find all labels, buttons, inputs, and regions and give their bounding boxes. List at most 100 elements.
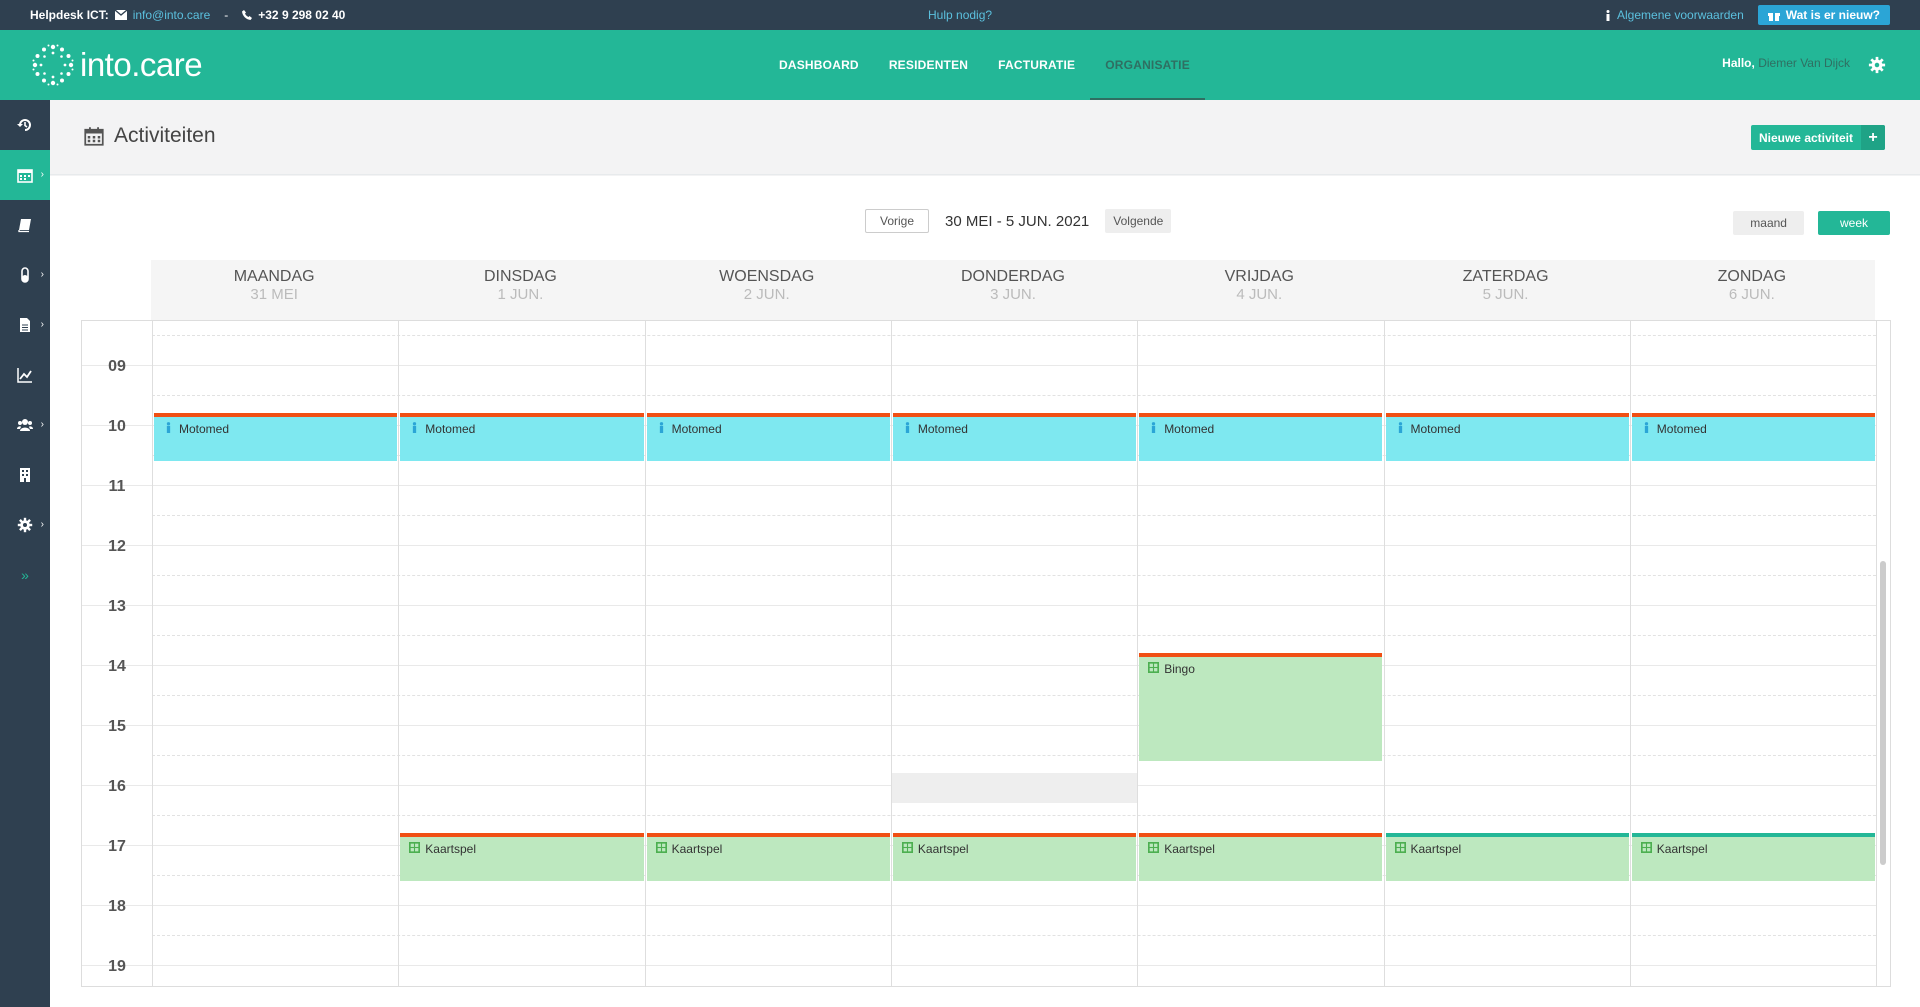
half-hour-line [152,815,1876,816]
calendar-scrollbar[interactable] [1880,561,1886,865]
new-activity-label: Nieuwe activiteit [1758,130,1853,145]
person-icon [413,422,417,433]
day-name: DINSDAG [483,268,557,285]
hour-label: 13 [108,598,126,615]
main-header: into.care DASHBOARD RESIDENTEN FACTURATI… [0,30,1920,100]
expand-sidebar-button[interactable]: » [0,550,50,600]
sidebar-item-book[interactable] [0,200,50,250]
person-icon [1398,422,1402,433]
day-column-line [1629,321,1631,986]
new-activity-button[interactable]: Nieuwe activiteit + [1750,125,1885,150]
logo-mark-icon [32,44,74,86]
sidebar-item-settings[interactable]: › [0,500,50,550]
view-toggle: maand week [1733,211,1890,235]
hour-label: 11 [108,478,126,495]
helpdesk-email-link[interactable]: info@into.care [133,8,211,22]
month-view-button[interactable]: maand [1733,211,1804,235]
calendar-event[interactable]: Motomed [892,413,1137,461]
book-icon [18,219,31,233]
day-column-line [398,321,400,986]
hour-line [82,545,1876,546]
chevron-right-icon: › [40,319,44,330]
grid-icon [655,842,667,853]
users-icon [17,419,33,431]
help-link[interactable]: Hulp nodig? [928,8,992,22]
logo-text: into.care [80,46,203,83]
sidebar-item-history[interactable] [0,100,50,150]
calendar-event[interactable]: Kaartspel [1631,833,1876,881]
page-header: Activiteiten Nieuwe activiteit + [50,100,1920,175]
sidebar-item-users[interactable]: › [0,400,50,450]
terms-link[interactable]: Algemene voorwaarden [1617,8,1744,22]
hour-line [82,605,1876,606]
hour-line [82,485,1876,486]
day-column-line [1137,321,1139,986]
calendar-event[interactable]: Motomed [1631,413,1876,461]
event-status-bar [646,413,890,417]
event-title: Motomed [671,422,722,436]
helpdesk-label: Helpdesk ICT: [30,8,109,22]
calendar-event[interactable]: Bingo [1139,653,1383,761]
date-range-nav: Vorige 30 MEI - 5 JUN. 2021 Volgende [865,209,1172,233]
settings-gear-icon[interactable] [1868,56,1886,74]
user-greeting[interactable]: Hallo, Diemer Van Dijck [1722,30,1850,100]
separator: - [224,8,229,22]
calendar-event[interactable]: Motomed [646,413,890,461]
calendar-event[interactable]: Motomed [154,413,398,461]
chevron-right-icon: › [40,269,44,280]
calendar-event[interactable]: Motomed [1139,413,1383,461]
sidebar-item-documents[interactable]: › [0,300,50,350]
day-column-line [644,321,646,986]
half-hour-line [152,515,1876,516]
calendar-event[interactable]: Motomed [400,413,644,461]
nav-dashboard[interactable]: DASHBOARD [764,30,874,100]
grid-icon [1148,842,1160,853]
event-status-bar [1631,833,1876,837]
hour-label: 12 [108,538,126,555]
hour-label: 16 [108,778,126,795]
event-title: Kaartspel [425,842,476,856]
event-title: Motomed [1656,422,1707,436]
whats-new-label: Wat is er nieuw? [1785,8,1880,22]
calendar-event[interactable]: Kaartspel [400,833,644,881]
grid-icon [1640,842,1652,853]
calendar-event[interactable]: Motomed [1385,413,1629,461]
top-info-bar: Helpdesk ICT: info@into.care - +32 9 298… [0,0,1920,30]
day-date: 1 JUN. [497,286,544,303]
event-status-bar [1385,413,1629,417]
calendar-event[interactable]: Kaartspel [1139,833,1383,881]
nav-facturatie[interactable]: FACTURATIE [983,30,1090,100]
sidebar-item-medication[interactable]: › [0,250,50,300]
day-date: 2 JUN. [743,286,790,303]
sidebar-item-statistics[interactable] [0,350,50,400]
helpdesk-phone: +32 9 298 02 40 [258,8,346,22]
nav-residenten[interactable]: RESIDENTEN [874,30,983,100]
calendar-event[interactable]: Kaartspel [646,833,890,881]
calendar-event[interactable]: Kaartspel [892,833,1137,881]
chevron-right-icon: › [40,419,44,430]
next-week-button[interactable]: Volgende [1105,209,1172,233]
hour-label: 17 [108,838,126,855]
day-column-line [152,321,153,986]
day-column-line [890,321,892,986]
prev-week-button[interactable]: Vorige [865,209,930,233]
calendar-event[interactable]: Kaartspel [1385,833,1629,881]
day-date: 31 MEI [250,286,298,303]
sidebar-item-building[interactable] [0,450,50,500]
hour-line [82,905,1876,906]
half-hour-line [152,335,1876,336]
half-hour-line [152,755,1876,756]
sidebar-item-calendar[interactable]: › [0,150,50,200]
day-header: MAANDAG 31 MEI [151,260,397,320]
week-view-button[interactable]: week [1817,211,1890,235]
whats-new-button[interactable]: Wat is er nieuw? [1757,5,1890,25]
building-icon [20,468,30,482]
day-header: ZATERDAG 5 JUN. [1382,260,1628,320]
logo[interactable]: into.care [30,42,203,88]
event-status-bar [1139,833,1383,837]
chevron-right-icon: › [40,519,44,530]
day-date: 6 JUN. [1728,286,1775,303]
nav-organisatie[interactable]: ORGANISATIE [1090,30,1205,100]
day-date: 4 JUN. [1236,286,1283,303]
history-icon [17,119,31,131]
